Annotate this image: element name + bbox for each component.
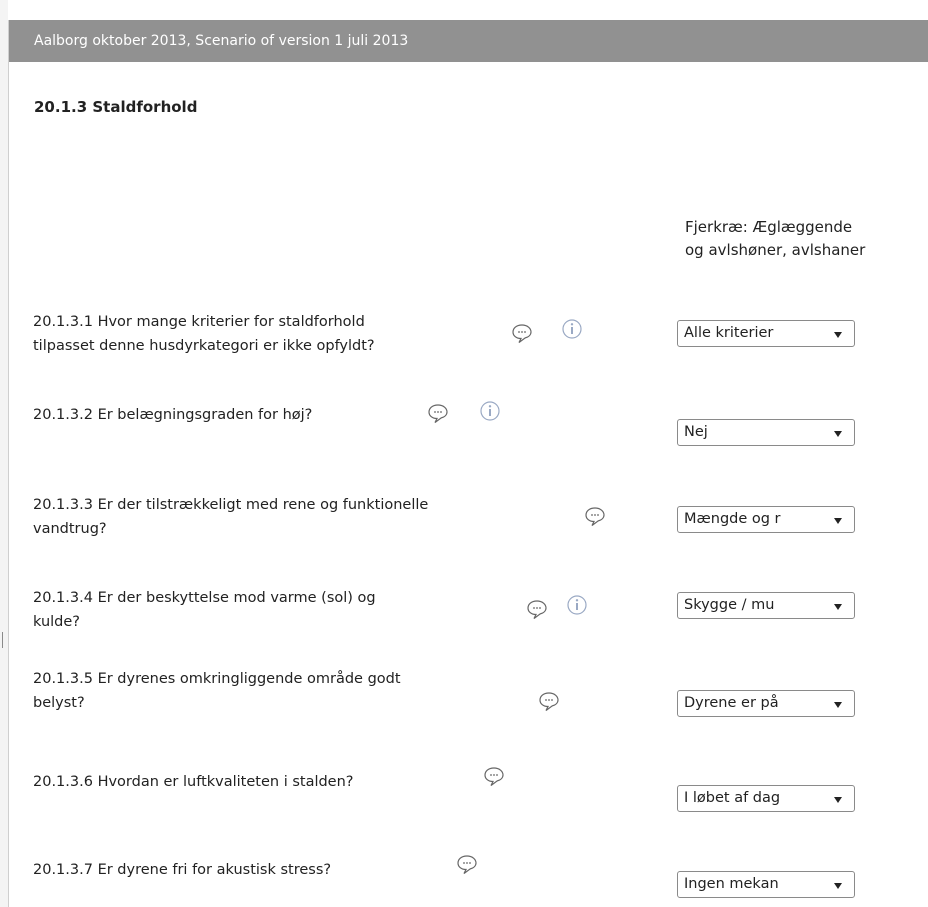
- speech-bubble-icon[interactable]: [584, 505, 606, 527]
- question-line: kulde?: [33, 614, 80, 630]
- info-icon[interactable]: [561, 318, 583, 340]
- info-icon[interactable]: [566, 594, 588, 616]
- chevron-down-icon: [834, 883, 842, 889]
- question-text: 20.1.3.3 Er der tilstrækkeligt med rene …: [33, 493, 428, 541]
- panel-header: Aalborg oktober 2013, Scenario of versio…: [9, 20, 928, 62]
- speech-bubble-icon[interactable]: [538, 690, 560, 712]
- selected-value: Nej: [684, 424, 708, 440]
- question-text: 20.1.3.7 Er dyrene fri for akustisk stre…: [33, 858, 331, 882]
- question-line: tilpasset denne husdyrkategori er ikke o…: [33, 338, 375, 354]
- speech-bubble-icon[interactable]: [456, 853, 478, 875]
- question-text: 20.1.3.4 Er der beskyttelse mod varme (s…: [33, 586, 376, 634]
- chevron-down-icon: [834, 797, 842, 803]
- left-edge-strip: [0, 0, 8, 907]
- selected-value: Dyrene er på: [684, 695, 779, 711]
- answer-select[interactable]: Dyrene er på: [677, 690, 855, 717]
- question-line: belyst?: [33, 695, 85, 711]
- info-icon[interactable]: [479, 400, 501, 422]
- speech-bubble-icon[interactable]: [511, 322, 533, 344]
- question-line: 20.1.3.7 Er dyrene fri for akustisk stre…: [33, 862, 332, 878]
- chevron-down-icon: [834, 604, 842, 610]
- speech-bubble-icon[interactable]: [427, 402, 449, 424]
- selected-value: Ingen mekan: [684, 876, 779, 892]
- question-line: 20.1.3.4 Er der beskyttelse mod varme (s…: [33, 590, 376, 606]
- answer-select[interactable]: I løbet af dag: [677, 785, 855, 812]
- question-line: 20.1.3.2 Er belægningsgraden for høj?: [33, 407, 313, 423]
- chevron-down-icon: [834, 702, 842, 708]
- chevron-down-icon: [834, 332, 842, 338]
- question-line: vandtrug?: [33, 521, 107, 537]
- selected-value: Mængde og r: [684, 511, 781, 527]
- question-text: 20.1.3.6 Hvordan er luftkvaliteten i sta…: [33, 770, 354, 794]
- scroll-marker: [2, 632, 3, 648]
- question-text: 20.1.3.5 Er dyrenes omkringliggende områ…: [33, 667, 401, 715]
- question-text: 20.1.3.1 Hvor mange kriterier for staldf…: [33, 310, 375, 358]
- question-line: 20.1.3.3 Er der tilstrækkeligt med rene …: [33, 497, 429, 513]
- answer-select[interactable]: Alle kriterier: [677, 320, 855, 347]
- selected-value: I løbet af dag: [684, 790, 781, 806]
- question-line: 20.1.3.1 Hvor mange kriterier for staldf…: [33, 314, 365, 330]
- answer-select[interactable]: Skygge / mu: [677, 592, 855, 619]
- chevron-down-icon: [834, 431, 842, 437]
- selected-value: Skygge / mu: [684, 597, 775, 613]
- question-line: 20.1.3.6 Hvordan er luftkvaliteten i sta…: [33, 774, 354, 790]
- question-line: 20.1.3.5 Er dyrenes omkringliggende områ…: [33, 671, 401, 687]
- answer-select[interactable]: Mængde og r: [677, 506, 855, 533]
- column-header: Fjerkræ: Æglæggende og avlshøner, avlsha…: [685, 218, 866, 259]
- answer-select[interactable]: Ingen mekan: [677, 871, 855, 898]
- chevron-down-icon: [834, 518, 842, 524]
- question-text: 20.1.3.2 Er belægningsgraden for høj?: [33, 403, 312, 427]
- selected-value: Alle kriterier: [684, 325, 774, 341]
- section-title: 20.1.3 Staldforhold: [34, 98, 198, 116]
- speech-bubble-icon[interactable]: [526, 598, 548, 620]
- speech-bubble-icon[interactable]: [483, 765, 505, 787]
- answer-select[interactable]: Nej: [677, 419, 855, 446]
